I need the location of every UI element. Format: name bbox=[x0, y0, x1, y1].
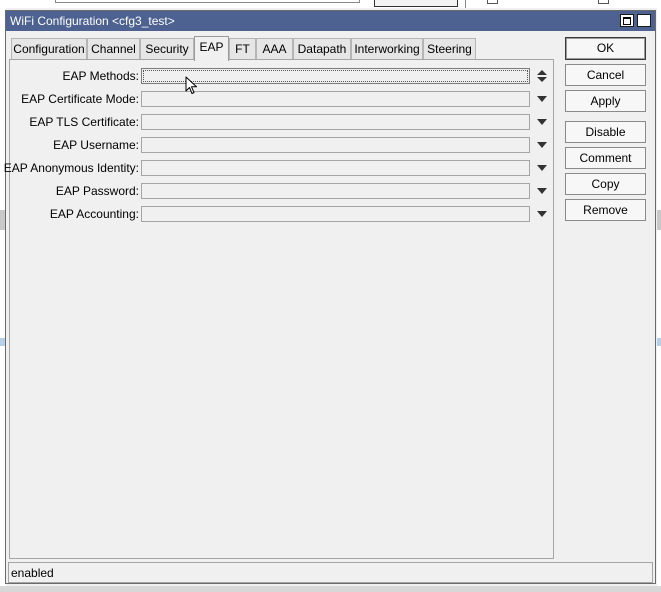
eap-tls-certificate-field[interactable] bbox=[141, 114, 530, 130]
eap-methods-field[interactable] bbox=[141, 68, 530, 84]
arrow-down-icon[interactable] bbox=[537, 77, 547, 82]
eap-certificate-mode-row: EAP Certificate Mode: bbox=[10, 91, 555, 108]
arrow-up-icon[interactable] bbox=[537, 70, 547, 75]
wifi-configuration-dialog: WiFi Configuration <cfg3_test> × Configu… bbox=[4, 10, 656, 584]
background-input bbox=[55, 0, 360, 3]
eap-username-row: EAP Username: bbox=[10, 137, 555, 154]
eap-anonymous-identity-field[interactable] bbox=[141, 160, 530, 176]
dropdown-arrow-icon[interactable] bbox=[537, 119, 547, 125]
comment-button[interactable]: Comment bbox=[565, 147, 646, 169]
tab-security[interactable]: Security bbox=[140, 38, 194, 60]
eap-accounting-label: EAP Accounting: bbox=[49, 207, 139, 221]
tab-configuration[interactable]: Configuration bbox=[11, 38, 87, 60]
maximize-icon[interactable] bbox=[620, 14, 634, 27]
tab-eap[interactable]: EAP bbox=[194, 36, 229, 61]
tab-channel[interactable]: Channel bbox=[87, 38, 140, 60]
eap-methods-row: EAP Methods: bbox=[10, 68, 555, 85]
ok-button[interactable]: OK bbox=[565, 37, 646, 60]
eap-password-label: EAP Password: bbox=[55, 184, 139, 198]
eap-accounting-row: EAP Accounting: bbox=[10, 206, 555, 223]
remove-button[interactable]: Remove bbox=[565, 199, 646, 221]
background-window-bottom bbox=[0, 586, 661, 592]
mouse-pointer-icon bbox=[185, 76, 197, 94]
tab-steering[interactable]: Steering bbox=[423, 38, 476, 60]
tab-interworking[interactable]: Interworking bbox=[351, 38, 423, 60]
tab-datapath[interactable]: Datapath bbox=[293, 38, 351, 60]
disable-button[interactable]: Disable bbox=[565, 121, 646, 143]
tab-aaa[interactable]: AAA bbox=[256, 38, 293, 60]
status-text: enabled bbox=[11, 566, 54, 580]
background-row bbox=[657, 210, 661, 230]
apply-button[interactable]: Apply bbox=[565, 90, 646, 112]
eap-certificate-mode-label: EAP Certificate Mode: bbox=[21, 92, 139, 106]
background-window-right bbox=[657, 8, 661, 592]
tab-ft[interactable]: FT bbox=[229, 38, 256, 60]
background-checkbox bbox=[598, 0, 609, 4]
eap-certificate-mode-field[interactable] bbox=[141, 91, 530, 107]
background-selected-row bbox=[657, 338, 661, 346]
copy-button[interactable]: Copy bbox=[565, 173, 646, 195]
dropdown-arrow-icon[interactable] bbox=[537, 165, 547, 171]
background-button bbox=[374, 0, 458, 7]
window-title: WiFi Configuration <cfg3_test> bbox=[10, 14, 175, 28]
cancel-button[interactable]: Cancel bbox=[565, 64, 646, 86]
eap-panel: EAP Methods: EAP Certificate Mode: EAP T… bbox=[4, 59, 555, 559]
background-window-top bbox=[0, 0, 661, 8]
dropdown-arrow-icon[interactable] bbox=[537, 188, 547, 194]
close-icon[interactable]: × bbox=[637, 14, 651, 27]
eap-methods-label: EAP Methods: bbox=[62, 69, 140, 83]
dropdown-arrow-icon[interactable] bbox=[537, 211, 547, 217]
status-bar: enabled bbox=[8, 562, 653, 583]
background-divider bbox=[465, 0, 466, 8]
background-checkbox bbox=[487, 0, 498, 4]
eap-anonymous-identity-row: EAP Anonymous Identity: bbox=[4, 160, 555, 177]
eap-password-field[interactable] bbox=[141, 183, 530, 199]
eap-anonymous-identity-label: EAP Anonymous Identity: bbox=[3, 161, 139, 175]
dropdown-arrow-icon[interactable] bbox=[537, 142, 547, 148]
eap-username-field[interactable] bbox=[141, 137, 530, 153]
eap-password-row: EAP Password: bbox=[10, 183, 555, 200]
eap-tls-certificate-row: EAP TLS Certificate: bbox=[10, 114, 555, 131]
dropdown-arrow-icon[interactable] bbox=[537, 96, 547, 102]
eap-tls-certificate-label: EAP TLS Certificate: bbox=[29, 115, 139, 129]
updown-icon[interactable] bbox=[536, 70, 548, 84]
eap-accounting-field[interactable] bbox=[141, 206, 530, 222]
title-bar[interactable]: WiFi Configuration <cfg3_test> × bbox=[6, 11, 655, 31]
eap-username-label: EAP Username: bbox=[53, 138, 139, 152]
